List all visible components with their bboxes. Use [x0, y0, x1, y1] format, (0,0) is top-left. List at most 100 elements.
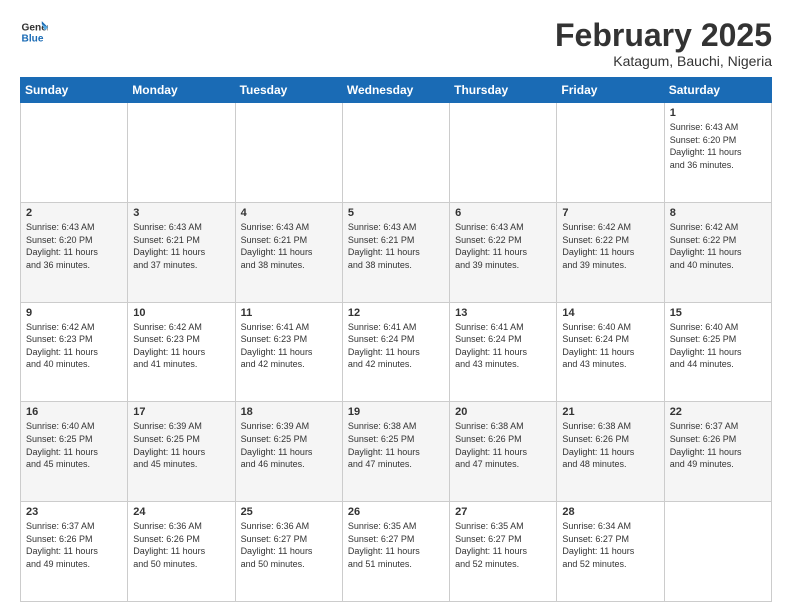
day-info: Sunrise: 6:41 AM Sunset: 6:23 PM Dayligh… — [241, 321, 337, 371]
day-info: Sunrise: 6:38 AM Sunset: 6:26 PM Dayligh… — [455, 420, 551, 470]
calendar-week-row: 16 Sunrise: 6:40 AM Sunset: 6:25 PM Dayli… — [21, 402, 772, 502]
calendar-cell: 12 Sunrise: 6:41 AM Sunset: 6:24 PM Dayli… — [342, 302, 449, 402]
calendar-cell: 6 Sunrise: 6:43 AM Sunset: 6:22 PM Daylig… — [450, 202, 557, 302]
day-number: 17 — [133, 406, 229, 418]
calendar-cell: 16 Sunrise: 6:40 AM Sunset: 6:25 PM Dayli… — [21, 402, 128, 502]
day-info: Sunrise: 6:38 AM Sunset: 6:25 PM Dayligh… — [348, 420, 444, 470]
calendar-cell: 27 Sunrise: 6:35 AM Sunset: 6:27 PM Dayli… — [450, 502, 557, 602]
day-info: Sunrise: 6:36 AM Sunset: 6:26 PM Dayligh… — [133, 520, 229, 570]
logo: General Blue — [20, 18, 48, 46]
calendar-cell — [450, 103, 557, 203]
title-block: February 2025 Katagum, Bauchi, Nigeria — [555, 18, 772, 69]
day-number: 13 — [455, 307, 551, 319]
day-number: 22 — [670, 406, 766, 418]
day-info: Sunrise: 6:42 AM Sunset: 6:23 PM Dayligh… — [133, 321, 229, 371]
day-info: Sunrise: 6:35 AM Sunset: 6:27 PM Dayligh… — [348, 520, 444, 570]
day-number: 9 — [26, 307, 122, 319]
day-of-week-header: Tuesday — [235, 78, 342, 103]
calendar-cell — [235, 103, 342, 203]
day-info: Sunrise: 6:43 AM Sunset: 6:20 PM Dayligh… — [670, 121, 766, 171]
day-number: 28 — [562, 506, 658, 518]
day-info: Sunrise: 6:43 AM Sunset: 6:21 PM Dayligh… — [133, 221, 229, 271]
day-number: 16 — [26, 406, 122, 418]
calendar-table: SundayMondayTuesdayWednesdayThursdayFrid… — [20, 77, 772, 602]
day-info: Sunrise: 6:38 AM Sunset: 6:26 PM Dayligh… — [562, 420, 658, 470]
logo-icon: General Blue — [20, 18, 48, 46]
calendar-cell: 1Sunrise: 6:43 AM Sunset: 6:20 PM Daylig… — [664, 103, 771, 203]
day-info: Sunrise: 6:35 AM Sunset: 6:27 PM Dayligh… — [455, 520, 551, 570]
calendar-cell: 17Sunrise: 6:39 AM Sunset: 6:25 PM Dayli… — [128, 402, 235, 502]
day-number: 10 — [133, 307, 229, 319]
calendar-cell — [342, 103, 449, 203]
calendar-cell: 22 Sunrise: 6:37 AM Sunset: 6:26 PM Dayli… — [664, 402, 771, 502]
page: General Blue February 2025 Katagum, Bauc… — [0, 0, 792, 612]
day-info: Sunrise: 6:37 AM Sunset: 6:26 PM Dayligh… — [26, 520, 122, 570]
day-info: Sunrise: 6:40 AM Sunset: 6:24 PM Dayligh… — [562, 321, 658, 371]
day-number: 6 — [455, 207, 551, 219]
calendar-header-row: SundayMondayTuesdayWednesdayThursdayFrid… — [21, 78, 772, 103]
calendar-cell: 9 Sunrise: 6:42 AM Sunset: 6:23 PM Daylig… — [21, 302, 128, 402]
day-number: 8 — [670, 207, 766, 219]
day-info: Sunrise: 6:41 AM Sunset: 6:24 PM Dayligh… — [455, 321, 551, 371]
calendar-cell: 8Sunrise: 6:42 AM Sunset: 6:22 PM Daylig… — [664, 202, 771, 302]
day-info: Sunrise: 6:42 AM Sunset: 6:22 PM Dayligh… — [562, 221, 658, 271]
calendar-cell: 10 Sunrise: 6:42 AM Sunset: 6:23 PM Dayli… — [128, 302, 235, 402]
calendar-cell: 13 Sunrise: 6:41 AM Sunset: 6:24 PM Dayli… — [450, 302, 557, 402]
calendar-cell: 18Sunrise: 6:39 AM Sunset: 6:25 PM Dayli… — [235, 402, 342, 502]
day-info: Sunrise: 6:43 AM Sunset: 6:20 PM Dayligh… — [26, 221, 122, 271]
calendar-cell: 26 Sunrise: 6:35 AM Sunset: 6:27 PM Dayli… — [342, 502, 449, 602]
day-info: Sunrise: 6:40 AM Sunset: 6:25 PM Dayligh… — [670, 321, 766, 371]
calendar-cell: 15 Sunrise: 6:40 AM Sunset: 6:25 PM Dayli… — [664, 302, 771, 402]
calendar-week-row: 23 Sunrise: 6:37 AM Sunset: 6:26 PM Dayli… — [21, 502, 772, 602]
header: General Blue February 2025 Katagum, Bauc… — [20, 18, 772, 69]
day-info: Sunrise: 6:43 AM Sunset: 6:21 PM Dayligh… — [348, 221, 444, 271]
calendar-week-row: 1Sunrise: 6:43 AM Sunset: 6:20 PM Daylig… — [21, 103, 772, 203]
calendar-cell: 24 Sunrise: 6:36 AM Sunset: 6:26 PM Dayli… — [128, 502, 235, 602]
calendar-cell: 2 Sunrise: 6:43 AM Sunset: 6:20 PM Daylig… — [21, 202, 128, 302]
month-year: February 2025 — [555, 18, 772, 53]
day-number: 5 — [348, 207, 444, 219]
day-info: Sunrise: 6:39 AM Sunset: 6:25 PM Dayligh… — [241, 420, 337, 470]
calendar-cell: 28 Sunrise: 6:34 AM Sunset: 6:27 PM Dayli… — [557, 502, 664, 602]
calendar-cell — [664, 502, 771, 602]
day-number: 24 — [133, 506, 229, 518]
day-info: Sunrise: 6:37 AM Sunset: 6:26 PM Dayligh… — [670, 420, 766, 470]
day-number: 15 — [670, 307, 766, 319]
day-of-week-header: Sunday — [21, 78, 128, 103]
calendar-cell: 19Sunrise: 6:38 AM Sunset: 6:25 PM Dayli… — [342, 402, 449, 502]
day-number: 21 — [562, 406, 658, 418]
day-number: 26 — [348, 506, 444, 518]
day-number: 4 — [241, 207, 337, 219]
svg-text:Blue: Blue — [22, 33, 44, 44]
day-of-week-header: Thursday — [450, 78, 557, 103]
day-number: 27 — [455, 506, 551, 518]
location: Katagum, Bauchi, Nigeria — [555, 53, 772, 69]
day-info: Sunrise: 6:34 AM Sunset: 6:27 PM Dayligh… — [562, 520, 658, 570]
day-info: Sunrise: 6:42 AM Sunset: 6:23 PM Dayligh… — [26, 321, 122, 371]
calendar-cell: 4 Sunrise: 6:43 AM Sunset: 6:21 PM Daylig… — [235, 202, 342, 302]
day-info: Sunrise: 6:36 AM Sunset: 6:27 PM Dayligh… — [241, 520, 337, 570]
day-number: 20 — [455, 406, 551, 418]
calendar-cell: 25 Sunrise: 6:36 AM Sunset: 6:27 PM Dayli… — [235, 502, 342, 602]
calendar-cell: 23 Sunrise: 6:37 AM Sunset: 6:26 PM Dayli… — [21, 502, 128, 602]
calendar-cell: 7 Sunrise: 6:42 AM Sunset: 6:22 PM Daylig… — [557, 202, 664, 302]
calendar-cell: 3 Sunrise: 6:43 AM Sunset: 6:21 PM Daylig… — [128, 202, 235, 302]
calendar-week-row: 2 Sunrise: 6:43 AM Sunset: 6:20 PM Daylig… — [21, 202, 772, 302]
calendar-cell: 14Sunrise: 6:40 AM Sunset: 6:24 PM Dayli… — [557, 302, 664, 402]
day-number: 3 — [133, 207, 229, 219]
calendar-cell: 20 Sunrise: 6:38 AM Sunset: 6:26 PM Dayli… — [450, 402, 557, 502]
day-number: 2 — [26, 207, 122, 219]
day-number: 23 — [26, 506, 122, 518]
day-info: Sunrise: 6:43 AM Sunset: 6:22 PM Dayligh… — [455, 221, 551, 271]
day-number: 7 — [562, 207, 658, 219]
day-number: 12 — [348, 307, 444, 319]
day-of-week-header: Saturday — [664, 78, 771, 103]
day-of-week-header: Monday — [128, 78, 235, 103]
day-of-week-header: Friday — [557, 78, 664, 103]
day-info: Sunrise: 6:41 AM Sunset: 6:24 PM Dayligh… — [348, 321, 444, 371]
day-info: Sunrise: 6:43 AM Sunset: 6:21 PM Dayligh… — [241, 221, 337, 271]
day-info: Sunrise: 6:40 AM Sunset: 6:25 PM Dayligh… — [26, 420, 122, 470]
day-number: 25 — [241, 506, 337, 518]
calendar-cell: 5 Sunrise: 6:43 AM Sunset: 6:21 PM Daylig… — [342, 202, 449, 302]
calendar-cell — [557, 103, 664, 203]
